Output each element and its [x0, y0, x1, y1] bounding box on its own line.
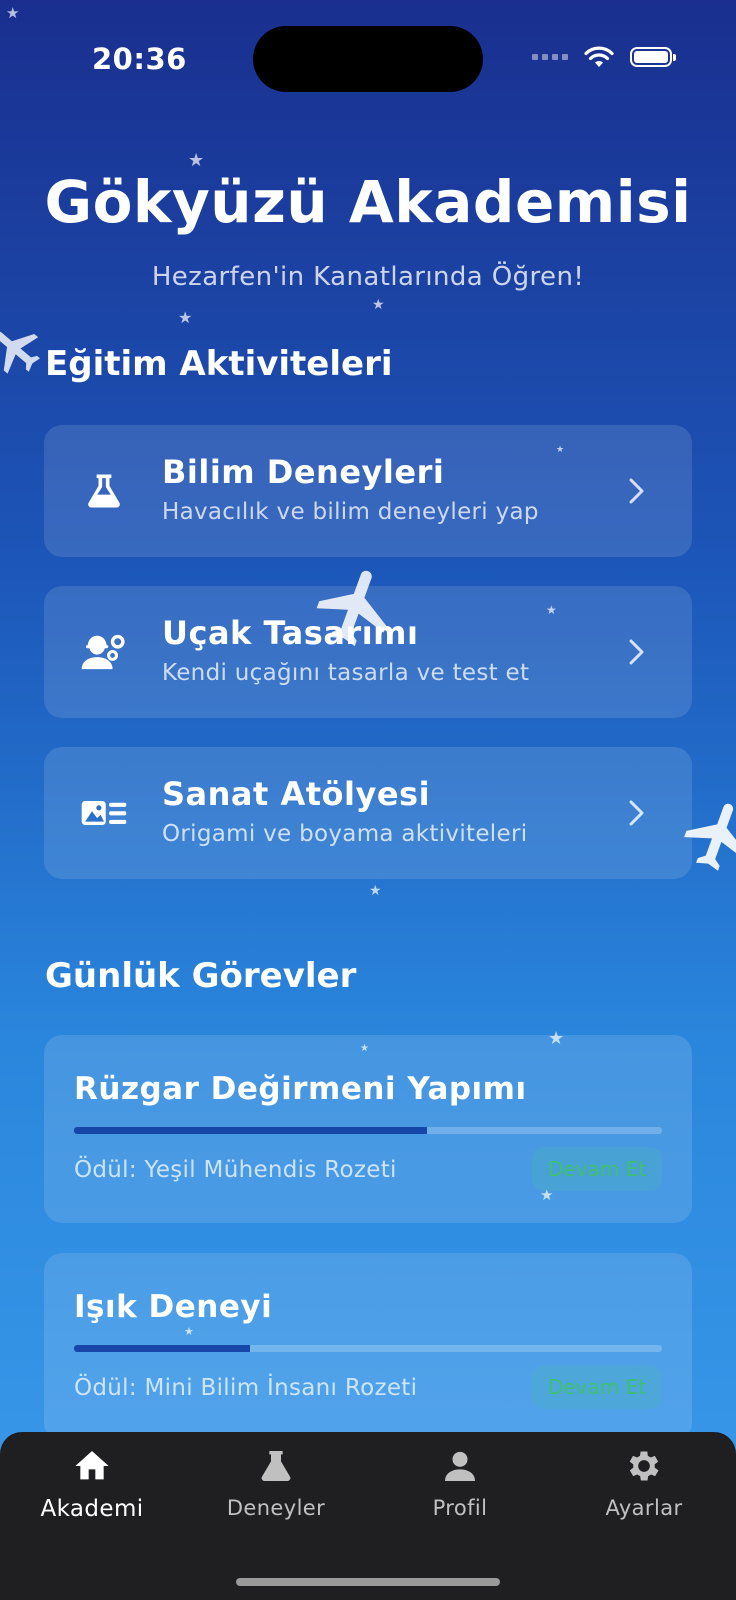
bottom-tab-bar: Akademi Deneyler Profil Ayarlar [0, 1432, 736, 1600]
gear-icon [629, 1451, 659, 1481]
task-progress-bar [74, 1127, 662, 1134]
status-time: 20:36 [92, 42, 187, 76]
tab-deneyler[interactable]: Deneyler [184, 1446, 368, 1520]
tab-label: Ayarlar [605, 1496, 683, 1520]
home-icon [75, 1451, 109, 1480]
activity-card-plane-design[interactable]: Uçak Tasarımı Kendi uçağını tasarla ve t… [44, 586, 692, 718]
tab-label: Akademi [40, 1496, 144, 1522]
activity-title: Uçak Tasarımı [162, 614, 419, 652]
task-reward: Ödül: Mini Bilim İnsanı Rozeti [74, 1375, 418, 1401]
screen: 20:36 ★ ★ ★ ★ ★ ★ ★ ★ ★ ★ ★ Gökyüzü Akad… [0, 0, 736, 1600]
activity-card-science[interactable]: Bilim Deneyleri Havacılık ve bilim deney… [44, 425, 692, 557]
dynamic-island [253, 26, 483, 92]
wifi-icon [584, 46, 614, 67]
flask-icon [261, 1451, 291, 1481]
task-card[interactable]: Işık Deneyi Ödül: Mini Bilim İnsanı Roze… [44, 1253, 692, 1441]
task-title: Rüzgar Değirmeni Yapımı [74, 1071, 527, 1107]
app-subtitle: Hezarfen'in Kanatlarında Öğren! [151, 262, 585, 292]
star-decoration: ★ [372, 297, 385, 313]
activity-title: Sanat Atölyesi [162, 775, 431, 813]
star-decoration: ★ [6, 4, 20, 22]
tab-label: Profil [432, 1496, 488, 1520]
chevron-right-icon [629, 478, 644, 504]
cellular-signal-icon [532, 54, 568, 60]
activity-title: Bilim Deneyleri [162, 453, 445, 491]
tab-akademi[interactable]: Akademi [0, 1446, 184, 1522]
tab-profil[interactable]: Profil [368, 1446, 552, 1520]
battery-icon [630, 47, 676, 67]
activities-section-title: Eğitim Aktiviteleri [45, 344, 393, 384]
continue-button[interactable]: Devam Et [532, 1147, 662, 1191]
continue-button[interactable]: Devam Et [532, 1365, 662, 1409]
star-decoration: ★ [369, 883, 382, 899]
task-card[interactable]: Rüzgar Değirmeni Yapımı Ödül: Yeşil Mühe… [44, 1035, 692, 1223]
chevron-right-icon [629, 800, 644, 826]
status-indicators [532, 46, 676, 68]
star-decoration: ★ [178, 308, 193, 327]
activity-description: Kendi uçağını tasarla ve test et [162, 660, 530, 686]
activity-description: Havacılık ve bilim deneyleri yap [162, 499, 539, 525]
image-list-icon [81, 801, 127, 825]
flask-icon [88, 474, 120, 508]
person-icon [445, 1451, 475, 1481]
chevron-right-icon [629, 639, 644, 665]
task-progress-fill [74, 1127, 427, 1134]
task-progress-bar [74, 1345, 662, 1352]
tasks-section-title: Günlük Görevler [45, 956, 357, 996]
tab-label: Deneyler [226, 1496, 326, 1520]
activity-card-art-workshop[interactable]: Sanat Atölyesi Origami ve boyama aktivit… [44, 747, 692, 879]
task-reward: Ödül: Yeşil Mühendis Rozeti [74, 1157, 397, 1183]
task-title: Işık Deneyi [74, 1289, 273, 1325]
task-progress-fill [74, 1345, 251, 1352]
app-title: Gökyüzü Akademisi [44, 168, 692, 236]
tab-ayarlar[interactable]: Ayarlar [552, 1446, 736, 1520]
activity-description: Origami ve boyama aktiviteleri [162, 821, 528, 847]
engineer-icon [81, 634, 125, 670]
home-indicator [236, 1578, 500, 1586]
